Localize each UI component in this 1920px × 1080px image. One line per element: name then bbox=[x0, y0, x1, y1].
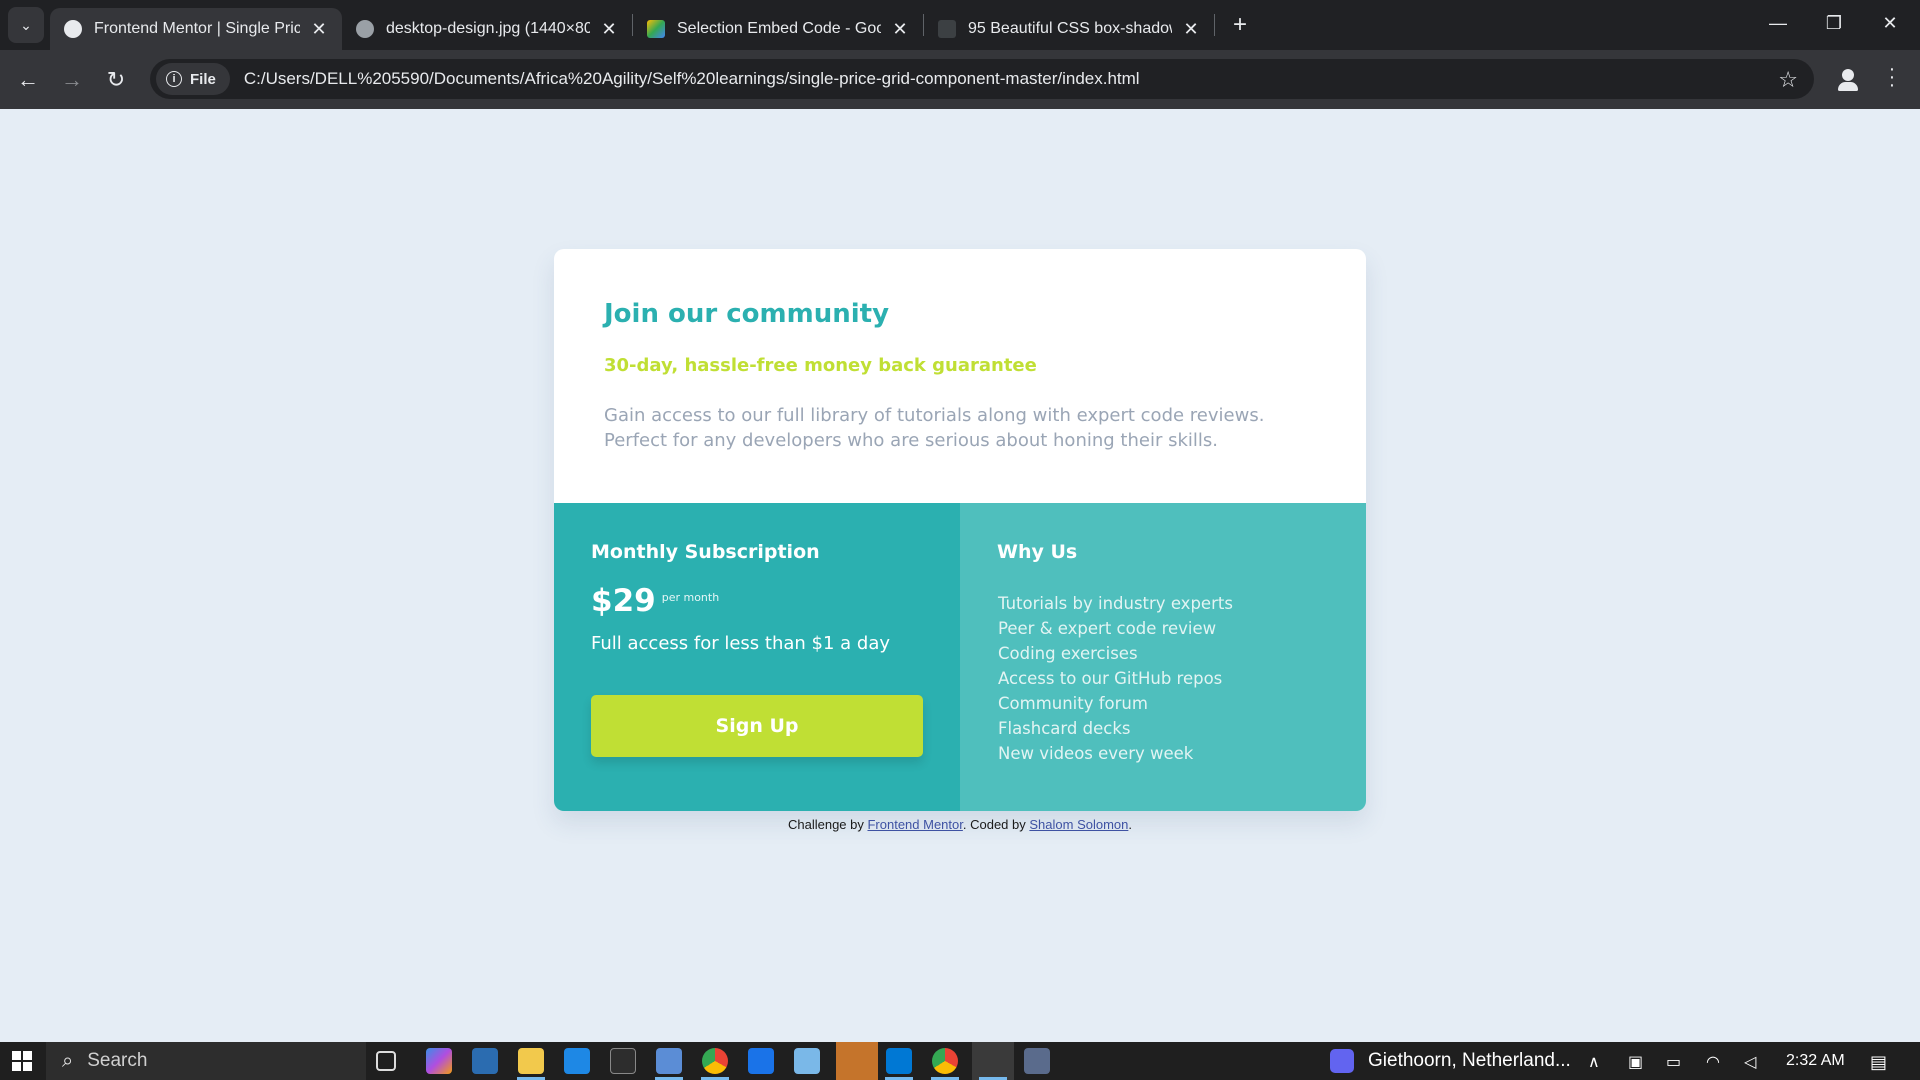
list-item: Flashcard decks bbox=[998, 719, 1131, 738]
list-item: New videos every week bbox=[998, 744, 1194, 763]
tab-close-icon[interactable]: ✕ bbox=[310, 19, 328, 40]
why-us-heading: Why Us bbox=[997, 541, 1078, 563]
new-tab-plus-icon[interactable]: + bbox=[1225, 11, 1255, 39]
weather-icon bbox=[1330, 1049, 1354, 1073]
price-unit: per month bbox=[661, 591, 720, 604]
taskbar-search-placeholder: Search bbox=[87, 1050, 148, 1071]
card-description: Gain access to our full library of tutor… bbox=[604, 405, 1265, 451]
task-view-icon[interactable] bbox=[376, 1051, 396, 1071]
vscode-icon[interactable] bbox=[886, 1048, 912, 1074]
menu-kebab-icon[interactable]: · · · bbox=[1882, 59, 1902, 95]
tab-box-shadow[interactable]: 95 Beautiful CSS box-shadow examples ✕ bbox=[924, 8, 1214, 50]
tab-title: Selection Embed Code - Google bbox=[677, 20, 881, 37]
chrome-icon[interactable] bbox=[702, 1048, 728, 1074]
tab-close-icon[interactable]: ✕ bbox=[1182, 19, 1200, 40]
chevron-up-icon[interactable]: ∧ bbox=[1588, 1052, 1600, 1072]
copilot-icon[interactable] bbox=[426, 1048, 452, 1074]
tab-title: desktop-design.jpg (1440×800) bbox=[386, 20, 590, 37]
terminal-icon[interactable] bbox=[610, 1048, 636, 1074]
restore-icon[interactable]: ❐ bbox=[1806, 0, 1862, 46]
page-viewport: Join our community 30-day, hassle-free m… bbox=[0, 109, 1920, 1042]
list-item: Tutorials by industry experts bbox=[998, 594, 1233, 613]
sign-up-button[interactable]: Sign Up bbox=[591, 695, 923, 757]
app-icon[interactable] bbox=[748, 1048, 774, 1074]
attribution-prefix: Challenge by bbox=[787, 817, 868, 832]
volume-icon[interactable]: ◁ bbox=[1744, 1052, 1756, 1072]
windows-taskbar: ⌕ Search Giethoorn, Netherland... ∧ ▣ ▭ … bbox=[0, 1042, 1920, 1080]
author-link[interactable]: Shalom Solomon bbox=[1029, 817, 1128, 832]
browser-toolbar: ← → ↻ i File C:/Users/DELL%205590/Docume… bbox=[0, 50, 1920, 109]
meet-icon[interactable]: ▣ bbox=[1628, 1052, 1643, 1072]
store-icon[interactable] bbox=[472, 1048, 498, 1074]
chrome-active-icon[interactable] bbox=[972, 1042, 1014, 1080]
profile-avatar-icon[interactable] bbox=[1832, 63, 1864, 95]
list-item: Access to our GitHub repos bbox=[998, 669, 1223, 688]
app-icon[interactable] bbox=[1024, 1048, 1050, 1074]
list-item: Coding exercises bbox=[998, 644, 1138, 663]
tab-title: 95 Beautiful CSS box-shadow examples bbox=[968, 20, 1172, 37]
frontend-mentor-link[interactable]: Frontend Mentor bbox=[867, 817, 962, 832]
close-window-icon[interactable]: ✕ bbox=[1862, 0, 1918, 46]
photos-icon[interactable] bbox=[656, 1048, 682, 1074]
attribution: Challenge by Frontend Mentor. Coded by S… bbox=[0, 817, 1920, 832]
card-title: Join our community bbox=[604, 299, 890, 329]
tab-desktop-design[interactable]: desktop-design.jpg (1440×800) ✕ bbox=[342, 8, 632, 50]
attribution-middle: . Coded by bbox=[962, 817, 1030, 832]
list-item: Peer & expert code review bbox=[998, 619, 1217, 638]
mail-icon[interactable] bbox=[564, 1048, 590, 1074]
clock-time: 2:32 AM bbox=[1786, 1052, 1845, 1069]
discord-icon[interactable] bbox=[836, 1042, 878, 1080]
tab-close-icon[interactable]: ✕ bbox=[600, 19, 618, 40]
address-bar[interactable]: i File C:/Users/DELL%205590/Documents/Af… bbox=[150, 59, 1814, 99]
card-subtitle: 30-day, hassle-free money back guarantee bbox=[604, 355, 1037, 376]
subscription-section: Monthly Subscription $29 per month Full … bbox=[554, 503, 960, 811]
notifications-icon[interactable]: ▤ bbox=[1870, 1052, 1887, 1073]
bookmark-star-icon[interactable]: ☆ bbox=[1778, 67, 1798, 93]
subscription-tagline: Full access for less than $1 a day bbox=[591, 633, 891, 654]
info-icon: i bbox=[166, 71, 182, 87]
reload-icon[interactable]: ↻ bbox=[94, 60, 138, 100]
weather-widget[interactable]: Giethoorn, Netherland... bbox=[1330, 1042, 1571, 1080]
frontend-mentor-favicon-icon bbox=[64, 20, 82, 38]
weather-location: Giethoorn, Netherland... bbox=[1368, 1050, 1571, 1071]
pricing-card: Join our community 30-day, hassle-free m… bbox=[554, 249, 1366, 811]
notes-icon[interactable] bbox=[794, 1048, 820, 1074]
tab-separator bbox=[1214, 14, 1215, 36]
url-text[interactable]: C:/Users/DELL%205590/Documents/Africa%20… bbox=[244, 69, 1140, 89]
community-section: Join our community 30-day, hassle-free m… bbox=[554, 249, 1366, 503]
subscription-heading: Monthly Subscription bbox=[591, 541, 820, 563]
price-amount: $29 bbox=[591, 583, 656, 619]
taskbar-search[interactable]: ⌕ Search bbox=[46, 1042, 366, 1080]
back-arrow-icon[interactable]: ← bbox=[6, 60, 50, 100]
why-us-list: Tutorials by industry experts Peer & exp… bbox=[998, 591, 1233, 766]
browser-tab-bar: ⌄ Frontend Mentor | Single Price Grid ✕ … bbox=[0, 0, 1920, 50]
tab-frontend-mentor[interactable]: Frontend Mentor | Single Price Grid ✕ bbox=[50, 8, 342, 50]
tab-title: Frontend Mentor | Single Price Grid bbox=[94, 20, 300, 37]
minimize-icon[interactable]: — bbox=[1750, 0, 1806, 46]
clock[interactable]: 2:32 AM bbox=[1786, 1042, 1845, 1080]
list-item: Community forum bbox=[998, 694, 1148, 713]
search-icon: ⌕ bbox=[62, 1049, 74, 1072]
tab-selection-embed[interactable]: Selection Embed Code - Google ✕ bbox=[633, 8, 923, 50]
attribution-suffix: . bbox=[1128, 817, 1132, 832]
tab-close-icon[interactable]: ✕ bbox=[891, 19, 909, 40]
tab-search-chevron-icon[interactable]: ⌄ bbox=[8, 7, 44, 43]
cursor-favicon-icon bbox=[938, 20, 956, 38]
globe-icon bbox=[356, 20, 374, 38]
site-info-chip[interactable]: i File bbox=[156, 63, 230, 95]
windows-start-icon[interactable] bbox=[12, 1051, 32, 1071]
forward-arrow-icon[interactable]: → bbox=[50, 60, 94, 100]
wifi-icon[interactable]: ◠ bbox=[1706, 1052, 1720, 1072]
battery-icon[interactable]: ▭ bbox=[1666, 1052, 1681, 1072]
site-chip-label: File bbox=[190, 70, 216, 88]
why-us-section: Why Us Tutorials by industry experts Pee… bbox=[960, 503, 1366, 811]
file-explorer-icon[interactable] bbox=[518, 1048, 544, 1074]
chrome-icon[interactable] bbox=[932, 1048, 958, 1074]
price-row: $29 per month bbox=[591, 583, 719, 619]
google-apps-favicon-icon bbox=[647, 20, 665, 38]
